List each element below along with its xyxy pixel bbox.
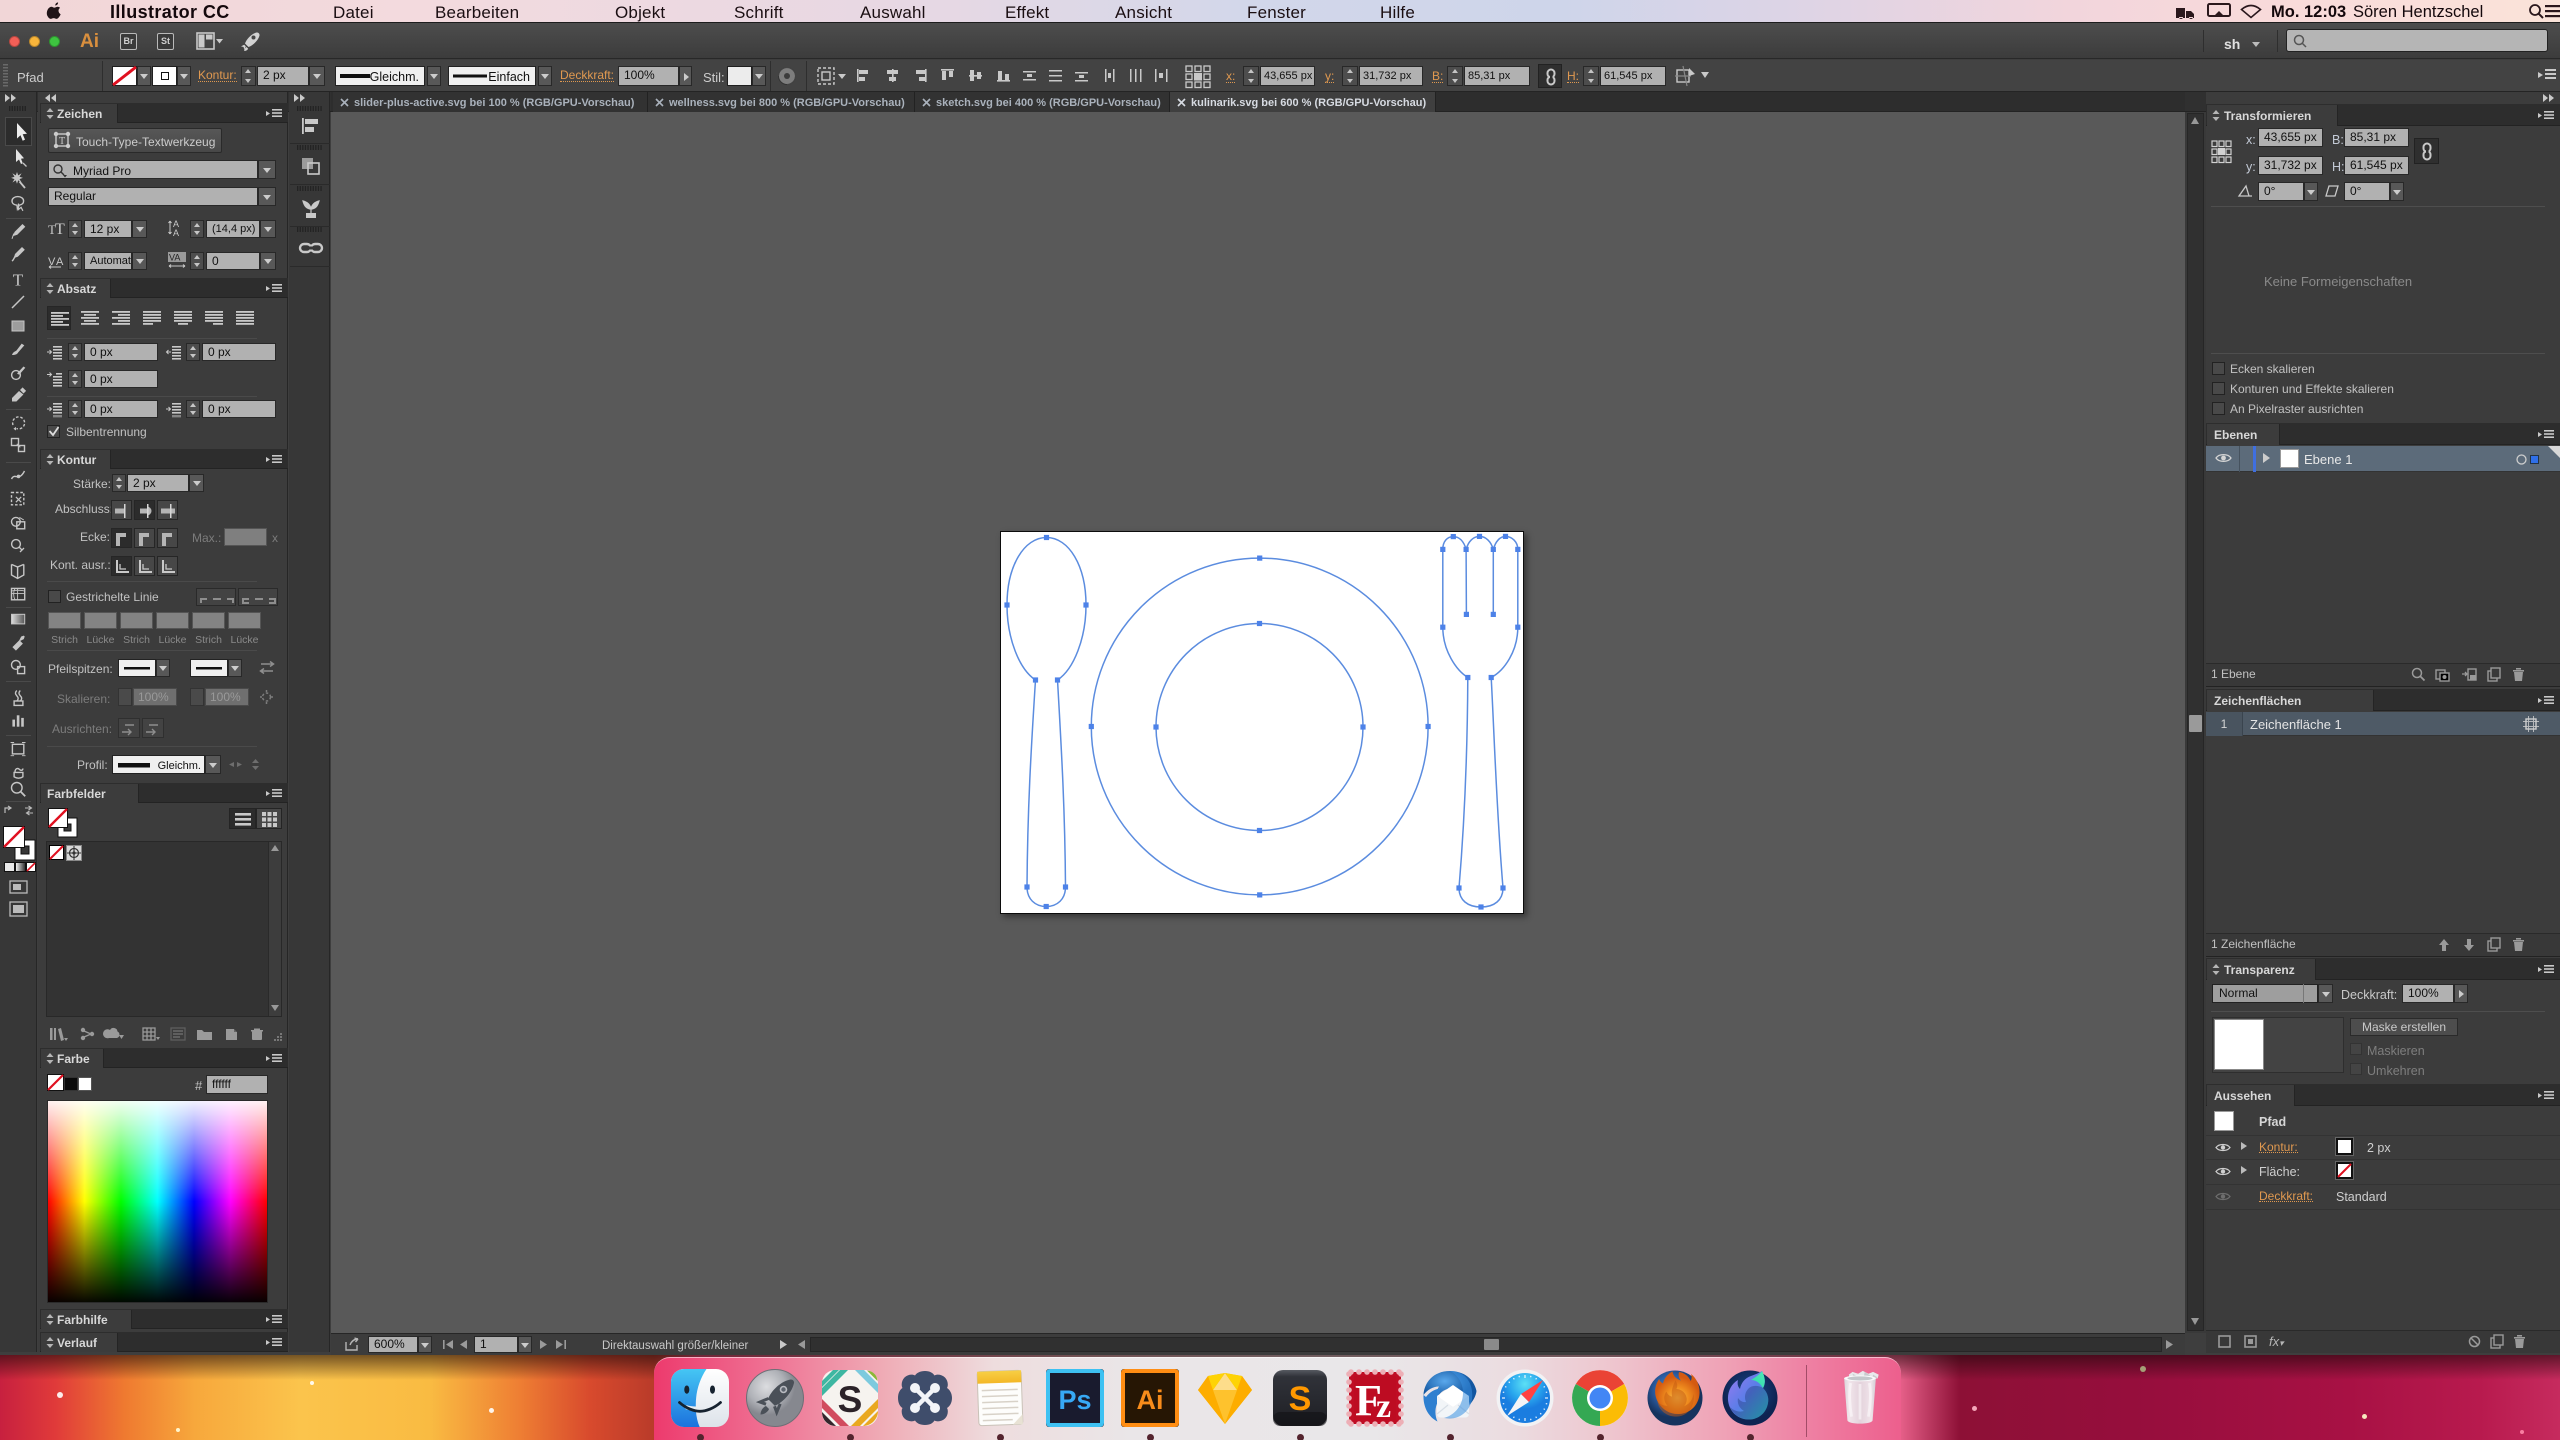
svg-text:A: A bbox=[173, 228, 179, 238]
svg-text:T: T bbox=[59, 136, 65, 147]
svg-text:z: z bbox=[1376, 1388, 1391, 1425]
svg-text:T: T bbox=[55, 221, 65, 238]
svg-text:Ai: Ai bbox=[1137, 1385, 1164, 1415]
svg-text:VA: VA bbox=[169, 253, 180, 263]
svg-text:T: T bbox=[13, 271, 24, 290]
svg-text:S: S bbox=[1289, 1380, 1312, 1418]
svg-text:Ps: Ps bbox=[1058, 1385, 1091, 1415]
svg-text:A: A bbox=[56, 256, 64, 268]
svg-text:S: S bbox=[838, 1379, 863, 1420]
svg-text:V: V bbox=[48, 256, 56, 268]
